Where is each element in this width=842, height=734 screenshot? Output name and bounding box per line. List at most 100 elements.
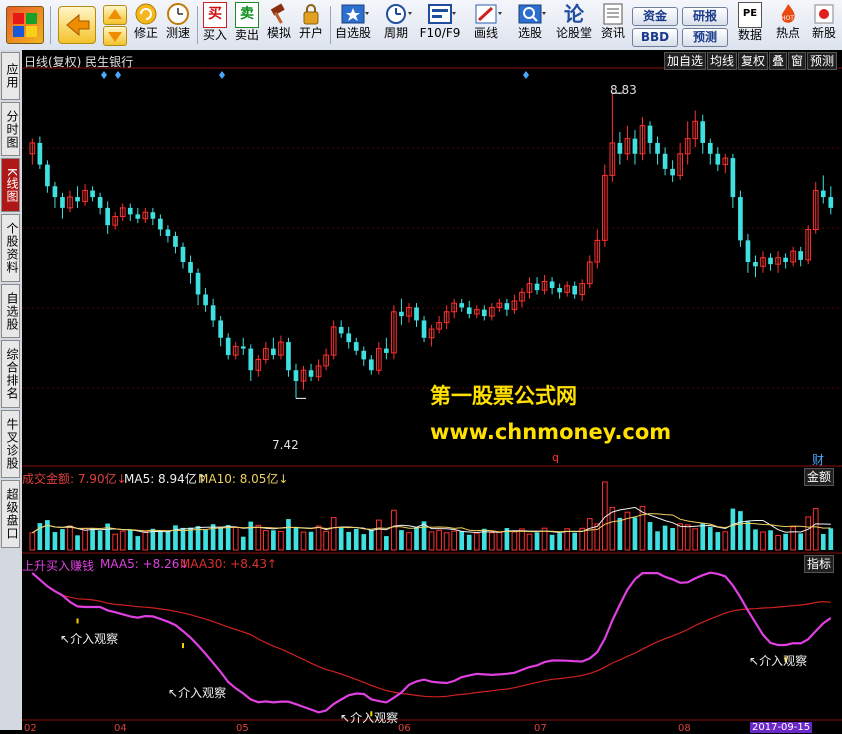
candle-body	[421, 320, 427, 338]
data-button[interactable]: PE 数据	[734, 2, 766, 48]
news-button[interactable]: 资讯	[598, 2, 628, 48]
volume-bar	[715, 532, 721, 550]
volume-bar	[700, 523, 706, 550]
candle-body	[715, 153, 721, 165]
add-watchlist-button[interactable]: 加自选	[664, 52, 707, 70]
signal-label-1: ↖介入观察	[60, 632, 119, 646]
candle-body	[707, 142, 713, 154]
signal-marker	[76, 618, 79, 624]
candle-body	[557, 287, 562, 293]
ma-button[interactable]: 均线	[707, 52, 738, 70]
candle-body	[745, 240, 751, 262]
draw-line-button[interactable]: 画线	[466, 2, 506, 48]
volume-bar	[738, 511, 743, 550]
candle-body	[617, 142, 623, 154]
finance-marker[interactable]: 财	[812, 451, 824, 468]
q-marker: q	[552, 451, 559, 464]
tab-ranking[interactable]: 综合排名	[1, 340, 20, 408]
candle-body	[150, 212, 156, 219]
tab-watchlist[interactable]: 自选股	[1, 284, 20, 338]
open-account-button[interactable]: 开户	[296, 2, 326, 48]
chart-area: 日线(复权) 民生银行 加自选 均线 复权 叠 窗 预测 8.83 7.42 财…	[22, 50, 842, 734]
predict-button[interactable]: 预测	[807, 52, 838, 70]
pe-icon: PE	[738, 2, 762, 28]
tab-intraday[interactable]: 分时图	[1, 102, 20, 156]
sell-button[interactable]: 卖 卖出	[232, 2, 262, 48]
candle-body	[158, 218, 163, 230]
forum-button[interactable]: 论 论股堂	[553, 2, 595, 48]
ipo-button[interactable]: 新股	[808, 2, 840, 48]
news-icon	[600, 2, 626, 26]
app-logo-icon[interactable]	[6, 6, 44, 44]
funds-button[interactable]: 资金	[632, 7, 678, 26]
bbd-button[interactable]: BBD	[632, 28, 678, 47]
candle-body	[37, 142, 43, 165]
main-toolbar: 修正 测速 买 买入 卖 卖出 模拟 开户 自选股 周期 F10/F9 画线 选…	[0, 0, 842, 51]
indicator-type-button[interactable]: 指标	[804, 555, 835, 573]
tab-diagnosis[interactable]: 牛叉诊股	[1, 410, 20, 478]
period-button[interactable]: 周期	[376, 2, 416, 48]
candle-body	[481, 309, 487, 317]
candle-body	[75, 197, 80, 202]
candle-body	[466, 307, 472, 314]
high-price-label: 8.83	[610, 83, 637, 97]
volume-bar	[828, 528, 834, 550]
volume-bar	[353, 528, 359, 550]
signal-label-3: ↖介入观察	[340, 711, 399, 725]
refresh-button[interactable]: 修正	[131, 2, 161, 48]
candle-body	[384, 348, 389, 353]
cursor-date: 2017-09-15	[750, 722, 813, 733]
research-button[interactable]: 研报	[682, 7, 728, 26]
volume-bar	[338, 528, 344, 550]
simulate-button[interactable]: 模拟	[264, 2, 294, 48]
page-down-icon[interactable]	[103, 26, 127, 46]
tab-kline[interactable]: K线图	[1, 158, 20, 212]
overlay-button[interactable]: 叠	[769, 52, 788, 70]
volume-bar	[225, 525, 231, 550]
volume-bar	[218, 528, 223, 550]
tab-level2[interactable]: 超级盘口	[1, 480, 20, 548]
candle-body	[414, 307, 419, 321]
volume-bar	[384, 536, 389, 550]
candle-body	[188, 262, 193, 273]
volume-bar	[572, 532, 578, 550]
candle-body	[346, 333, 352, 343]
volume-bar	[549, 534, 555, 550]
hot-icon: HOT	[775, 2, 801, 26]
f10-button[interactable]: F10/F9	[418, 2, 462, 48]
volume-bar	[52, 532, 58, 550]
candle-body	[97, 197, 103, 208]
tab-apps[interactable]: 应用	[1, 52, 20, 100]
volume-bar	[165, 531, 171, 550]
volume-type-button[interactable]: 金额	[804, 468, 835, 486]
forum-icon: 论	[564, 2, 584, 26]
volume-bar	[557, 533, 562, 550]
candle-body	[271, 348, 276, 356]
candle-body	[353, 342, 359, 351]
speed-test-button[interactable]: 测速	[163, 2, 193, 48]
buy-button[interactable]: 买 买入	[200, 2, 230, 48]
tab-stock-profile[interactable]: 个股资料	[1, 214, 20, 282]
buy-icon: 买	[203, 2, 227, 28]
star-icon	[340, 2, 369, 26]
candle-body	[195, 272, 201, 295]
stock-screen-button[interactable]: 选股	[510, 2, 550, 48]
f10-icon	[427, 2, 456, 26]
hot-button[interactable]: HOT 热点	[772, 2, 804, 48]
adjust-button[interactable]: 复权	[738, 52, 769, 70]
forecast-button[interactable]: 预测	[682, 28, 728, 47]
candle-body	[308, 370, 314, 377]
candle-body	[361, 350, 367, 360]
page-up-icon[interactable]	[103, 5, 127, 25]
candle-body	[399, 311, 404, 317]
signal-label-2: ↖介入观察	[168, 686, 227, 700]
candle-body	[60, 197, 65, 208]
volume-ma5: MA5: 8.94亿↑	[124, 472, 207, 486]
back-arrow-icon[interactable]	[58, 6, 96, 44]
volume-bar	[798, 533, 804, 550]
volume-bar	[414, 526, 419, 550]
watchlist-button[interactable]: 自选股	[333, 2, 373, 48]
window-button[interactable]: 窗	[788, 52, 807, 70]
clock-icon	[165, 2, 191, 26]
indicator-maa5: MAA5: +8.26↓	[100, 557, 190, 571]
